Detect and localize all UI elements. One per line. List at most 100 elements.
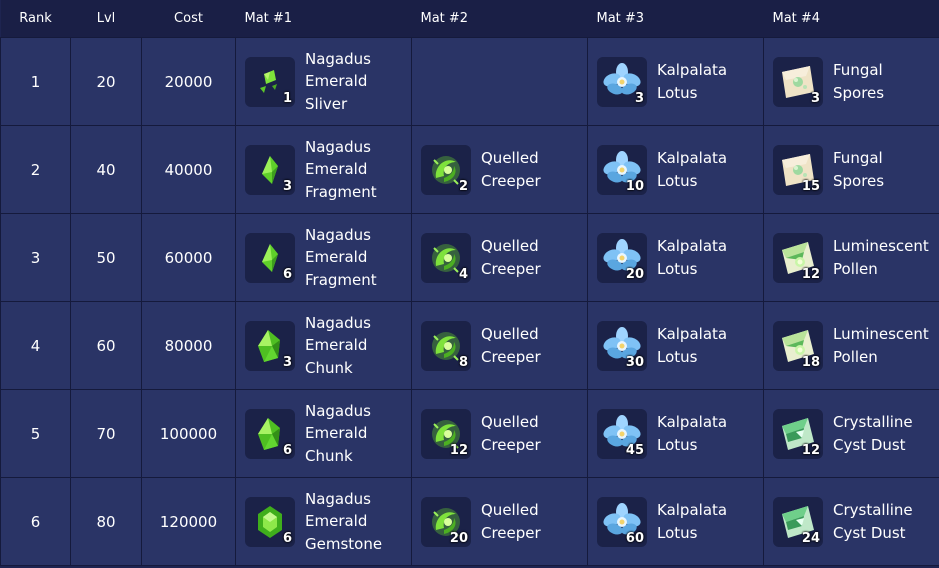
- material-item: 3 Fungal Spores: [773, 56, 939, 107]
- table-row: 4 60 80000 3 Nagadus Emerald Chunk 8 Quelled C…: [0, 301, 939, 390]
- cell-mat1: 6 Nagadus Emerald Chunk: [235, 389, 412, 478]
- material-count: 20: [625, 266, 644, 282]
- material-name: Fungal Spores: [833, 149, 885, 190]
- column-header-mat1: Mat #1: [235, 0, 412, 38]
- cell-mat3: 45 Kalpalata Lotus: [587, 389, 764, 478]
- lotus-icon: 45: [597, 408, 647, 459]
- cyst-dust-icon: 12: [773, 408, 823, 459]
- lotus-icon: 30: [597, 320, 647, 371]
- material-name: Quelled Creeper: [481, 501, 541, 542]
- creeper-icon: 2: [421, 144, 471, 195]
- material-count: 15: [801, 178, 820, 194]
- material-count: 12: [801, 266, 820, 282]
- column-header-mat3: Mat #3: [587, 0, 764, 38]
- material-item: 6 Nagadus Emerald Gemstone: [245, 488, 411, 556]
- cell-mat3: 10 Kalpalata Lotus: [587, 125, 764, 214]
- cell-rank: 4: [0, 301, 71, 390]
- cell-lvl: 70: [70, 389, 142, 478]
- creeper-icon: 20: [421, 496, 471, 547]
- material-name: Nagadus Emerald Chunk: [305, 313, 371, 377]
- material-item: 30 Kalpalata Lotus: [597, 320, 763, 371]
- cell-rank: 2: [0, 125, 71, 214]
- material-name: Crystalline Cyst Dust: [833, 413, 913, 454]
- cell-mat4: 12 Crystalline Cyst Dust: [763, 389, 939, 478]
- emerald-sliver-icon: 1: [245, 56, 295, 107]
- table-row: 5 70 100000 6 Nagadus Emerald Chunk 12 Quelled…: [0, 389, 939, 478]
- material-count: 8: [458, 354, 468, 370]
- luminescent-pollen-icon: 12: [773, 232, 823, 283]
- material-item: 6 Nagadus Emerald Chunk: [245, 400, 411, 468]
- material-count: 6: [282, 530, 292, 546]
- cell-mat1: 3 Nagadus Emerald Fragment: [235, 125, 412, 214]
- material-name: Kalpalata Lotus: [657, 237, 728, 278]
- cell-mat2: 12 Quelled Creeper: [411, 389, 588, 478]
- material-count: 2: [458, 178, 468, 194]
- material-item: 3 Nagadus Emerald Chunk: [245, 312, 411, 380]
- material-count: 4: [458, 266, 468, 282]
- header-row: Rank Lvl Cost Mat #1 Mat #2 Mat #3 Mat #…: [0, 0, 939, 38]
- cell-mat1: 6 Nagadus Emerald Fragment: [235, 213, 412, 302]
- emerald-gemstone-icon: 6: [245, 496, 295, 547]
- cell-lvl: 60: [70, 301, 142, 390]
- material-count: 3: [282, 178, 292, 194]
- material-name: Luminescent Pollen: [833, 325, 929, 366]
- material-count: 6: [282, 266, 292, 282]
- material-count: 1: [282, 90, 292, 106]
- material-name: Kalpalata Lotus: [657, 501, 728, 542]
- cell-mat1: 6 Nagadus Emerald Gemstone: [235, 477, 412, 566]
- material-item: 18 Luminescent Pollen: [773, 320, 939, 371]
- material-item: 12 Quelled Creeper: [421, 408, 587, 459]
- material-count: 3: [634, 90, 644, 106]
- material-name: Kalpalata Lotus: [657, 149, 728, 190]
- ascension-materials-table: Rank Lvl Cost Mat #1 Mat #2 Mat #3 Mat #…: [0, 0, 939, 566]
- material-name: Luminescent Pollen: [833, 237, 929, 278]
- material-name: Quelled Creeper: [481, 149, 541, 190]
- material-item: 20 Quelled Creeper: [421, 496, 587, 547]
- material-count: 12: [449, 442, 468, 458]
- cell-mat4: 24 Crystalline Cyst Dust: [763, 477, 939, 566]
- material-name: Quelled Creeper: [481, 237, 541, 278]
- lotus-icon: 10: [597, 144, 647, 195]
- cell-cost: 120000: [141, 477, 236, 566]
- cell-lvl: 50: [70, 213, 142, 302]
- material-name: Quelled Creeper: [481, 413, 541, 454]
- column-header-lvl: Lvl: [70, 0, 142, 38]
- material-item: 3 Kalpalata Lotus: [597, 56, 763, 107]
- cell-mat2: 4 Quelled Creeper: [411, 213, 588, 302]
- cell-rank: 5: [0, 389, 71, 478]
- cell-mat3: 60 Kalpalata Lotus: [587, 477, 764, 566]
- table-row: 1 20 20000 1 Nagadus Emerald Sliver 3 Kalpalat…: [0, 37, 939, 126]
- material-name: Kalpalata Lotus: [657, 413, 728, 454]
- material-name: Kalpalata Lotus: [657, 325, 728, 366]
- material-count: 3: [282, 354, 292, 370]
- material-item: 1 Nagadus Emerald Sliver: [245, 48, 411, 116]
- cell-mat4: 15 Fungal Spores: [763, 125, 939, 214]
- creeper-icon: 8: [421, 320, 471, 371]
- material-name: Nagadus Emerald Gemstone: [305, 489, 383, 553]
- creeper-icon: 4: [421, 232, 471, 283]
- cell-lvl: 40: [70, 125, 142, 214]
- table-row: 3 50 60000 6 Nagadus Emerald Fragment 4 Quelle…: [0, 213, 939, 302]
- cell-cost: 40000: [141, 125, 236, 214]
- material-name: Fungal Spores: [833, 61, 885, 102]
- cell-mat3: 30 Kalpalata Lotus: [587, 301, 764, 390]
- material-item: 12 Luminescent Pollen: [773, 232, 939, 283]
- material-item: 20 Kalpalata Lotus: [597, 232, 763, 283]
- material-count: 45: [625, 442, 644, 458]
- material-count: 12: [801, 442, 820, 458]
- cell-mat2: [411, 37, 588, 126]
- lotus-icon: 60: [597, 496, 647, 547]
- table-row: 2 40 40000 3 Nagadus Emerald Fragment 2 Quelle…: [0, 125, 939, 214]
- cell-mat1: 1 Nagadus Emerald Sliver: [235, 37, 412, 126]
- cell-mat2: 8 Quelled Creeper: [411, 301, 588, 390]
- cell-mat1: 3 Nagadus Emerald Chunk: [235, 301, 412, 390]
- cell-rank: 1: [0, 37, 71, 126]
- cell-lvl: 20: [70, 37, 142, 126]
- material-item: 10 Kalpalata Lotus: [597, 144, 763, 195]
- cell-mat3: 20 Kalpalata Lotus: [587, 213, 764, 302]
- emerald-chunk-icon: 6: [245, 408, 295, 459]
- cell-cost: 80000: [141, 301, 236, 390]
- fungal-spores-icon: 15: [773, 144, 823, 195]
- material-item: 8 Quelled Creeper: [421, 320, 587, 371]
- material-count: 60: [625, 530, 644, 546]
